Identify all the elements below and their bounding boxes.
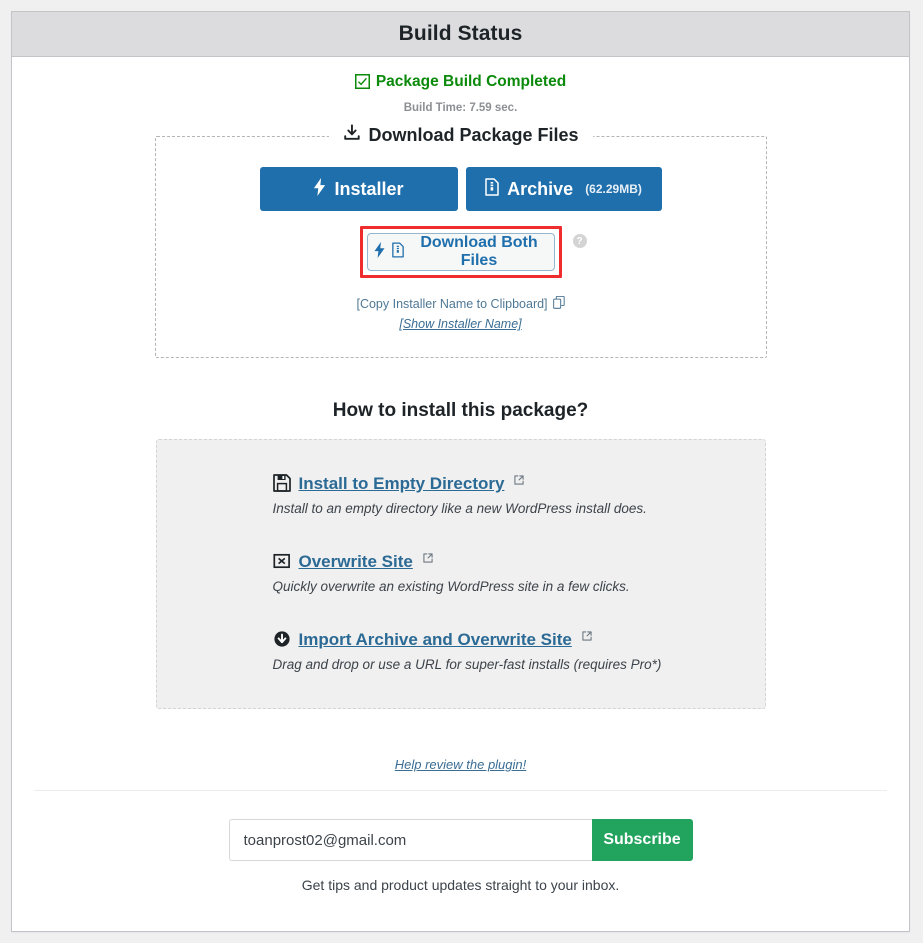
howto-install-box: Install to Empty Directory Install to an… — [155, 439, 766, 710]
email-field[interactable] — [228, 819, 592, 862]
subscribe-button[interactable]: Subscribe — [591, 819, 693, 862]
checkbox-check-icon — [354, 74, 370, 90]
howto-link-row[interactable]: Install to Empty Directory — [272, 474, 765, 493]
howto-description: Install to an empty directory like a new… — [272, 501, 647, 517]
howto-description: Quickly overwrite an existing WordPress … — [272, 579, 630, 595]
lightning-bolt-icon — [313, 177, 326, 201]
card-header: Build Status — [12, 12, 909, 57]
download-both-label: Download Both Files — [420, 234, 538, 270]
card-body: Package Build Completed Build Time: 7.59… — [12, 57, 909, 893]
build-status-message: Package Build Completed — [354, 73, 567, 90]
page-title: Build Status — [398, 22, 523, 45]
installer-button-label: Installer — [334, 178, 404, 199]
howto-link-label[interactable]: Overwrite Site — [299, 553, 413, 570]
download-circle-icon — [273, 630, 291, 648]
download-buttons-row: Installer Archive (62.29MB) — [156, 167, 766, 212]
external-link-icon — [423, 553, 433, 563]
subscribe-form: Subscribe — [12, 819, 909, 862]
download-dashed-box: Installer Archive (62.29MB) Download Bot… — [154, 136, 767, 359]
subscribe-note: Get tips and product updates straight to… — [301, 877, 620, 894]
footer-divider — [34, 790, 887, 792]
howto-install-title: How to install this package? — [332, 400, 589, 422]
copy-clipboard-icon — [552, 296, 565, 312]
howto-item-overwrite-site: Overwrite Site Quickly overwrite an exis… — [157, 552, 765, 595]
show-installer-name-link[interactable]: [Show Installer Name] — [156, 317, 766, 331]
copy-installer-name-link[interactable]: [Copy Installer Name to Clipboard] — [156, 296, 766, 312]
lightning-bolt-icon — [374, 241, 385, 263]
archive-file-icon — [485, 178, 499, 201]
howto-link-label[interactable]: Import Archive and Overwrite Site — [299, 631, 572, 648]
external-link-icon — [514, 475, 525, 485]
external-link-icon — [582, 631, 592, 641]
archive-file-icon — [391, 242, 404, 263]
archive-download-button[interactable]: Archive (62.29MB) — [465, 167, 662, 212]
download-package-legend: Download Package Files — [328, 124, 593, 148]
archive-size-label: (62.29MB) — [585, 182, 642, 197]
howto-link-row[interactable]: Import Archive and Overwrite Site — [273, 630, 765, 648]
download-both-files-button[interactable]: Download Both Files — [366, 233, 555, 272]
help-badge-icon[interactable]: ? — [572, 234, 587, 249]
review-plugin-link[interactable]: Help review the plugin! — [395, 757, 527, 772]
download-tray-icon — [342, 124, 360, 147]
build-status-text: Package Build Completed — [375, 73, 567, 90]
download-package-legend-text: Download Package Files — [368, 125, 579, 146]
build-time-label: Build Time: 7.59 sec. — [403, 102, 518, 115]
review-plugin-line: Help review the plugin! — [12, 757, 909, 772]
copy-installer-name-label: [Copy Installer Name to Clipboard] — [356, 297, 548, 312]
howto-description: Drag and drop or use a URL for super-fas… — [272, 657, 662, 673]
archive-button-label: Archive — [507, 178, 574, 199]
howto-link-label[interactable]: Install to Empty Directory — [299, 475, 505, 492]
build-status-section: Package Build Completed Build Time: 7.59… — [12, 57, 909, 114]
x-box-icon — [272, 552, 291, 570]
download-package-section: Download Package Files Installer Archive… — [154, 124, 767, 359]
download-both-row: Download Both Files ? — [156, 226, 766, 279]
build-status-card: Build Status Package Build Completed Bui… — [11, 11, 910, 932]
howto-item-import-archive: Import Archive and Overwrite Site Drag a… — [157, 630, 765, 673]
installer-download-button[interactable]: Installer — [259, 167, 458, 212]
floppy-disk-icon — [272, 474, 291, 493]
howto-link-row[interactable]: Overwrite Site — [272, 552, 765, 570]
howto-item-install-empty-directory: Install to Empty Directory Install to an… — [157, 474, 765, 516]
download-both-highlight: Download Both Files — [359, 226, 562, 279]
